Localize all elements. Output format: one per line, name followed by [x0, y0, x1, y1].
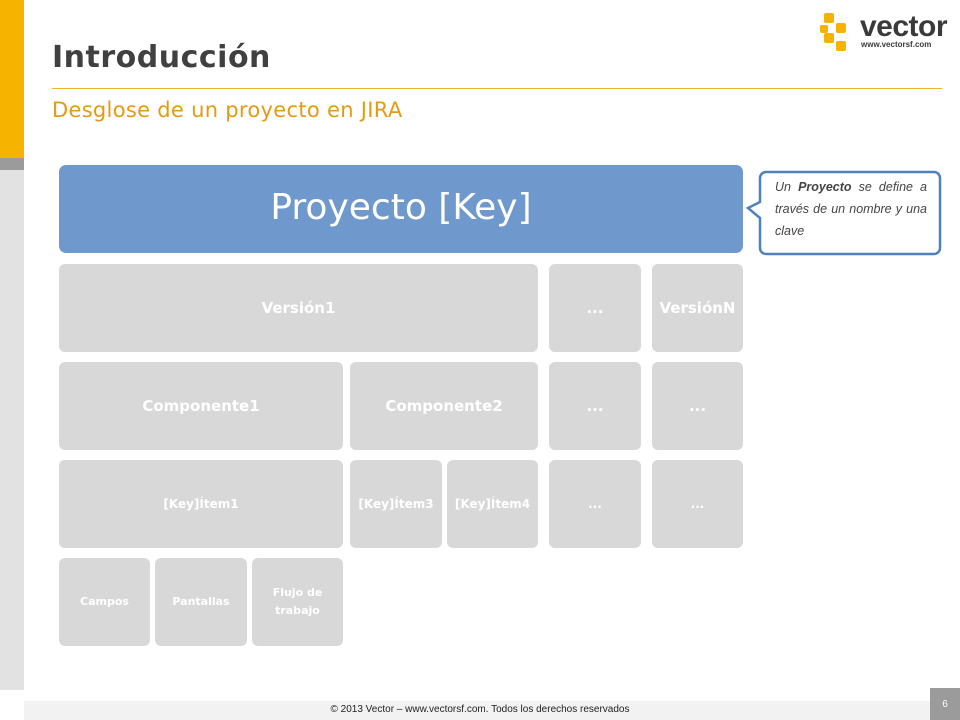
vector-logo-icon	[820, 13, 846, 51]
component-box-ellipsis-2: ...	[652, 362, 743, 450]
item-box-3: [Key]Ítem3	[350, 460, 442, 548]
item-box-4: [Key]Ítem4	[447, 460, 538, 548]
callout-text-bold: Proyecto	[798, 180, 852, 194]
left-side-bar	[0, 170, 24, 690]
item-part-flujo: Flujo de trabajo	[252, 558, 343, 646]
page-title: Introducción	[52, 40, 271, 75]
callout-text-before: Un	[775, 180, 799, 194]
left-divider-bar	[0, 158, 24, 170]
component-box-2: Componente2	[350, 362, 538, 450]
left-accent-bar	[0, 0, 24, 158]
logo-wordmark: vector	[860, 10, 948, 43]
page-subtitle: Desglose de un proyecto en JIRA	[52, 98, 403, 122]
item-part-campos: Campos	[59, 558, 150, 646]
version-box-ellipsis: ...	[549, 264, 641, 352]
logo-url: www.vectorsf.com	[861, 40, 932, 49]
callout-text: Un Proyecto se define a través de un nom…	[775, 176, 927, 242]
item-box-1: [Key]Ítem1	[59, 460, 343, 548]
component-box-1: Componente1	[59, 362, 343, 450]
footer-copyright: © 2013 Vector – www.vectorsf.com. Todos …	[330, 704, 630, 715]
version-box-n: VersiónN	[652, 264, 743, 352]
version-box-1: Versión1	[59, 264, 538, 352]
page-number: 6	[930, 688, 960, 720]
title-rule	[52, 88, 942, 89]
item-box-ellipsis-1: ...	[549, 460, 641, 548]
project-box: Proyecto [Key]	[59, 165, 743, 253]
item-part-pantallas: Pantallas	[155, 558, 247, 646]
item-box-ellipsis-2: ...	[652, 460, 743, 548]
component-box-ellipsis-1: ...	[549, 362, 641, 450]
